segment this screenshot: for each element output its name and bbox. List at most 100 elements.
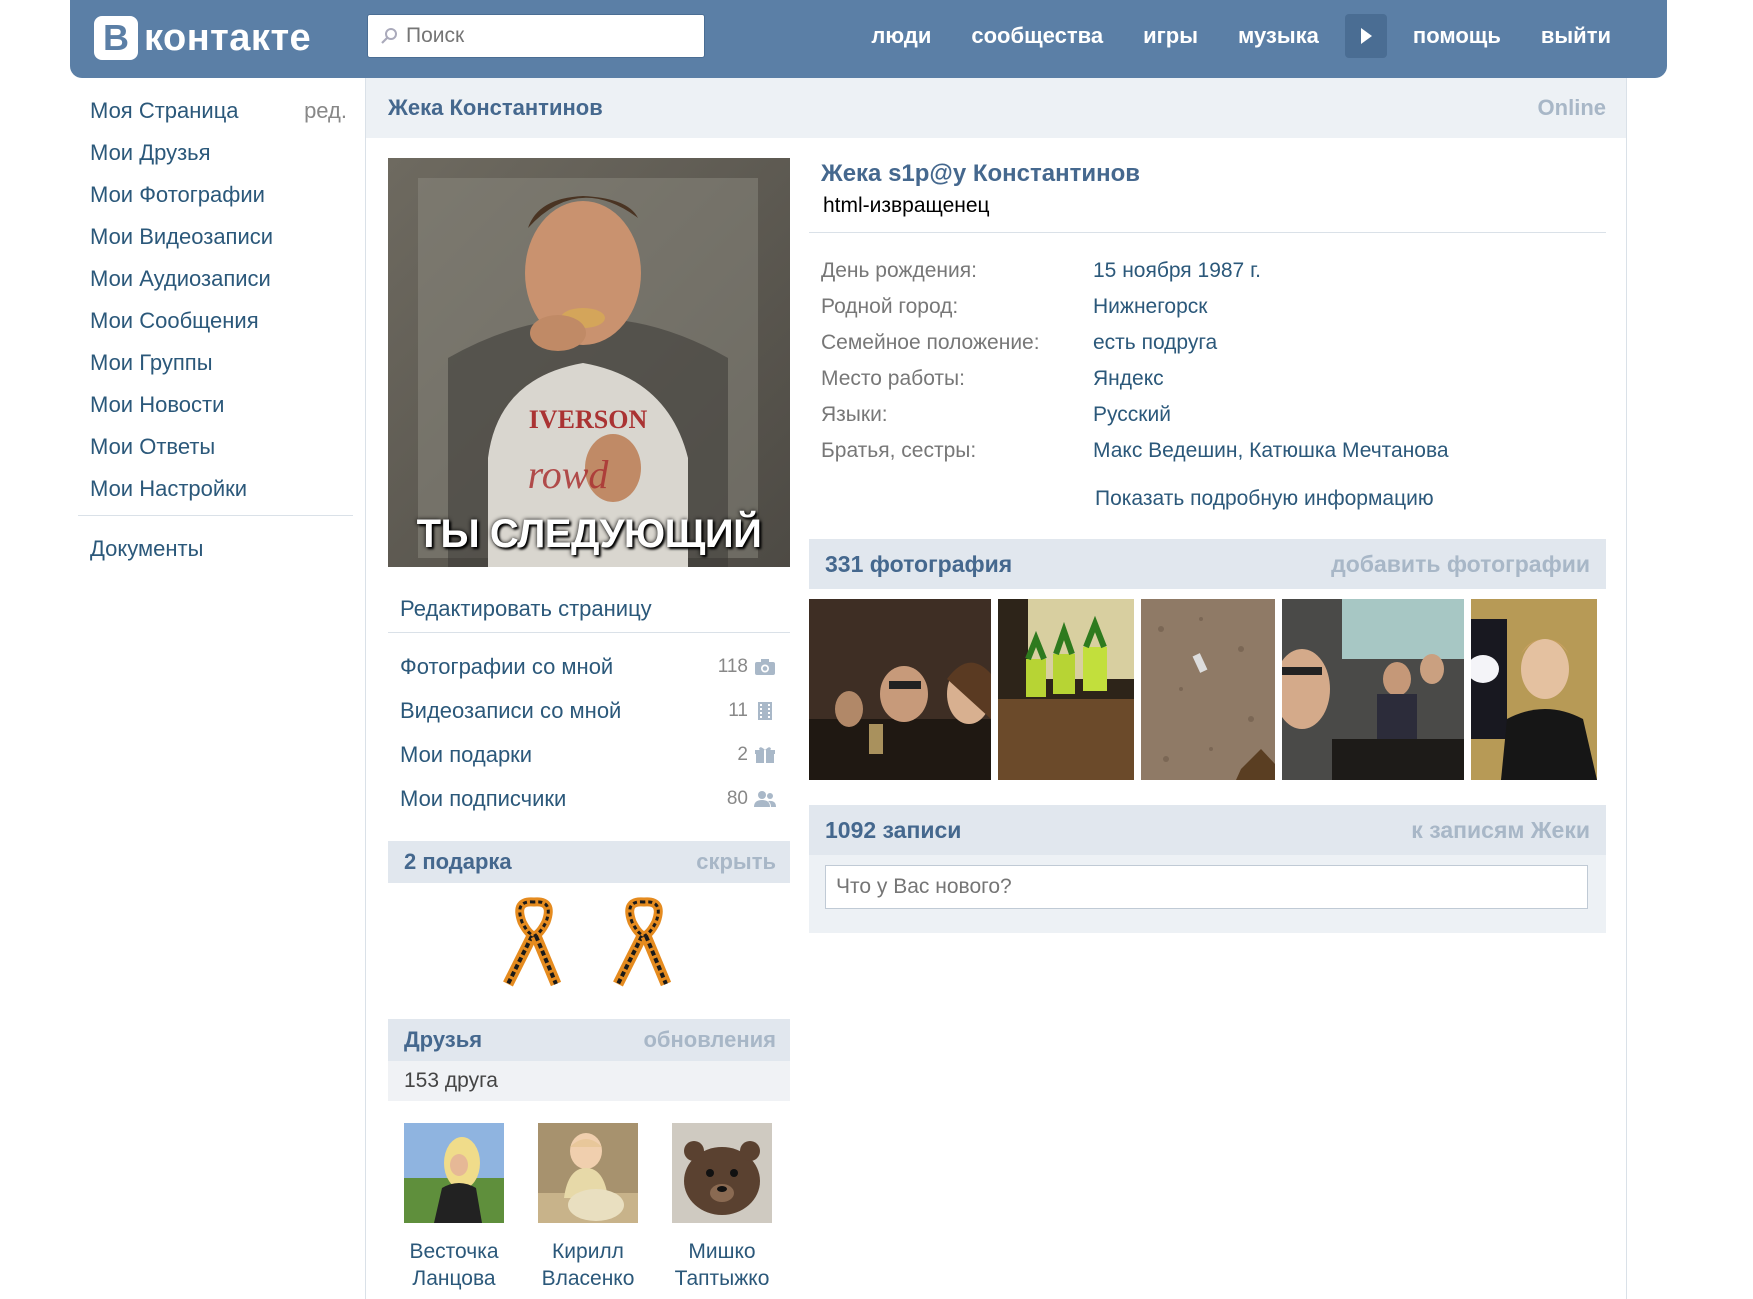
sidebar-item-label[interactable]: Мои Настройки: [90, 468, 247, 510]
nav-communities[interactable]: сообщества: [951, 14, 1123, 58]
vk-logo[interactable]: В контакте: [94, 16, 311, 60]
info-label: Языки:: [821, 403, 888, 426]
photos-strip: [809, 599, 1606, 780]
sidebar-item-label[interactable]: Мои Ответы: [90, 426, 215, 468]
wall-title[interactable]: 1092 записи: [825, 817, 961, 844]
friend-first-name[interactable]: Мишко: [672, 1238, 772, 1265]
photo-thumbnail[interactable]: [1471, 599, 1597, 780]
stat-label[interactable]: Мои подарки: [400, 742, 532, 768]
friends-updates-link[interactable]: обновления: [643, 1027, 776, 1053]
camera-icon: [755, 659, 775, 675]
info-value[interactable]: Нижнегорск: [1093, 295, 1207, 319]
info-row-relationship: Семейное положение: есть подруга: [809, 325, 1606, 361]
wall-link[interactable]: к записям Жеки: [1411, 817, 1590, 844]
friend-avatar[interactable]: [538, 1123, 638, 1223]
info-label: Родной город:: [821, 295, 959, 318]
photo-thumbnail[interactable]: [1282, 599, 1464, 780]
sidebar-item-label[interactable]: Документы: [90, 528, 203, 570]
nav-people[interactable]: люди: [851, 14, 951, 58]
sidebar-item-label[interactable]: Мои Новости: [90, 384, 224, 426]
photos-title[interactable]: 331 фотография: [825, 551, 1012, 578]
friend-card[interactable]: Весточка Ланцова: [404, 1123, 504, 1292]
friend-avatar[interactable]: [404, 1123, 504, 1223]
sidebar-item-my-page[interactable]: Моя Страница ред.: [78, 90, 353, 132]
sidebar-item-label[interactable]: Мои Фотографии: [90, 174, 265, 216]
profile-avatar[interactable]: IVERSON rowd ТЫ СЛЕДУЮЩИЙ: [388, 158, 790, 567]
nav-music[interactable]: музыка: [1218, 14, 1339, 58]
friend-avatar[interactable]: [672, 1123, 772, 1223]
sidebar-item-label[interactable]: Мои Видеозаписи: [90, 216, 273, 258]
sidebar-item-settings[interactable]: Мои Настройки: [78, 468, 353, 510]
photo-thumbnail[interactable]: [809, 599, 991, 780]
wall-header: 1092 записи к записям Жеки: [809, 805, 1606, 855]
friend-first-name[interactable]: Кирилл: [538, 1238, 638, 1265]
info-divider: [809, 232, 1606, 233]
friends-count[interactable]: 153 друга: [388, 1061, 790, 1101]
add-photos-link[interactable]: добавить фотографии: [1331, 551, 1590, 578]
sidebar-item-friends[interactable]: Мои Друзья: [78, 132, 353, 174]
info-value[interactable]: Русский: [1093, 403, 1171, 427]
show-more-info-link[interactable]: Показать подробную информацию: [809, 487, 1606, 511]
friend-card[interactable]: Мишко Таптыжко: [672, 1123, 772, 1292]
info-value[interactable]: Яндекс: [1093, 367, 1164, 391]
info-value[interactable]: Макс Ведешин, Катюшка Мечтанова: [1093, 439, 1449, 463]
stat-label[interactable]: Мои подписчики: [400, 786, 566, 812]
friend-last-name[interactable]: Власенко: [538, 1265, 638, 1292]
wall-post-box: [809, 855, 1606, 933]
stat-gifts[interactable]: Мои подарки 2: [388, 733, 790, 777]
gift-ribbon-icon[interactable]: [494, 892, 574, 992]
sidebar-item-photos[interactable]: Мои Фотографии: [78, 174, 353, 216]
gifts-hide-link[interactable]: скрыть: [696, 849, 776, 875]
friend-last-name[interactable]: Ланцова: [404, 1265, 504, 1292]
sidebar-item-label[interactable]: Мои Сообщения: [90, 300, 259, 342]
sidebar-item-groups[interactable]: Мои Группы: [78, 342, 353, 384]
sidebar-edit-link[interactable]: ред.: [304, 90, 353, 132]
sidebar-item-videos[interactable]: Мои Видеозаписи: [78, 216, 353, 258]
nav-help[interactable]: помощь: [1393, 14, 1521, 58]
friend-name[interactable]: Кирилл Власенко: [538, 1238, 638, 1292]
photo-thumbnail[interactable]: [998, 599, 1134, 780]
gifts-header: 2 подарка скрыть: [388, 841, 790, 883]
friends-title[interactable]: Друзья: [404, 1027, 482, 1053]
stat-count: 118: [717, 656, 748, 677]
stat-label[interactable]: Фотографии со мной: [400, 654, 613, 680]
sidebar-item-news[interactable]: Мои Новости: [78, 384, 353, 426]
profile-main: Жека Константинов Online IVERSON rowd ТЫ…: [365, 78, 1627, 1299]
sidebar-item-answers[interactable]: Мои Ответы: [78, 426, 353, 468]
stat-count: 80: [726, 788, 748, 809]
friend-name[interactable]: Весточка Ланцова: [404, 1238, 504, 1292]
profile-right-column: Жека s1p@y Константинов html-извращенец …: [809, 158, 1606, 933]
sidebar-item-audio[interactable]: Мои Аудиозаписи: [78, 258, 353, 300]
friend-card[interactable]: Кирилл Власенко: [538, 1123, 638, 1292]
stat-followers[interactable]: Мои подписчики 80: [388, 777, 790, 821]
play-button[interactable]: [1344, 14, 1387, 58]
sidebar-item-label[interactable]: Мои Друзья: [90, 132, 211, 174]
sidebar-item-label[interactable]: Моя Страница: [90, 90, 239, 132]
info-label: Братья, сестры:: [821, 439, 977, 462]
friend-first-name[interactable]: Весточка: [404, 1238, 504, 1265]
info-label: Семейное положение:: [821, 331, 1040, 354]
friend-name[interactable]: Мишко Таптыжко: [672, 1238, 772, 1292]
sidebar-item-documents[interactable]: Документы: [78, 528, 353, 570]
info-value[interactable]: есть подруга: [1093, 331, 1217, 355]
stat-photos-with-me[interactable]: Фотографии со мной 118: [388, 645, 790, 689]
friends-list: Весточка Ланцова Кирилл Власенко Мишко Т…: [388, 1101, 790, 1292]
search-box[interactable]: [367, 14, 705, 58]
stat-label[interactable]: Видеозаписи со мной: [400, 698, 621, 724]
sidebar-item-label[interactable]: Мои Группы: [90, 342, 213, 384]
nav-games[interactable]: игры: [1123, 14, 1218, 58]
nav-logout[interactable]: выйти: [1521, 14, 1631, 58]
edit-page-link[interactable]: Редактировать страницу: [388, 585, 790, 633]
gift-ribbon-icon[interactable]: [604, 892, 684, 992]
sidebar-item-messages[interactable]: Мои Сообщения: [78, 300, 353, 342]
search-input[interactable]: [406, 24, 686, 48]
sidebar-item-label[interactable]: Мои Аудиозаписи: [90, 258, 271, 300]
friend-last-name[interactable]: Таптыжко: [672, 1265, 772, 1292]
photo-thumbnail[interactable]: [1141, 599, 1275, 780]
wall-post-input[interactable]: [825, 865, 1588, 909]
stat-videos-with-me[interactable]: Видеозаписи со мной 11: [388, 689, 790, 733]
gifts-title[interactable]: 2 подарка: [404, 849, 512, 875]
info-value[interactable]: 15 ноября 1987 г.: [1093, 259, 1261, 283]
photos-header: 331 фотография добавить фотографии: [809, 539, 1606, 589]
profile-status[interactable]: html-извращенец: [809, 194, 1606, 218]
